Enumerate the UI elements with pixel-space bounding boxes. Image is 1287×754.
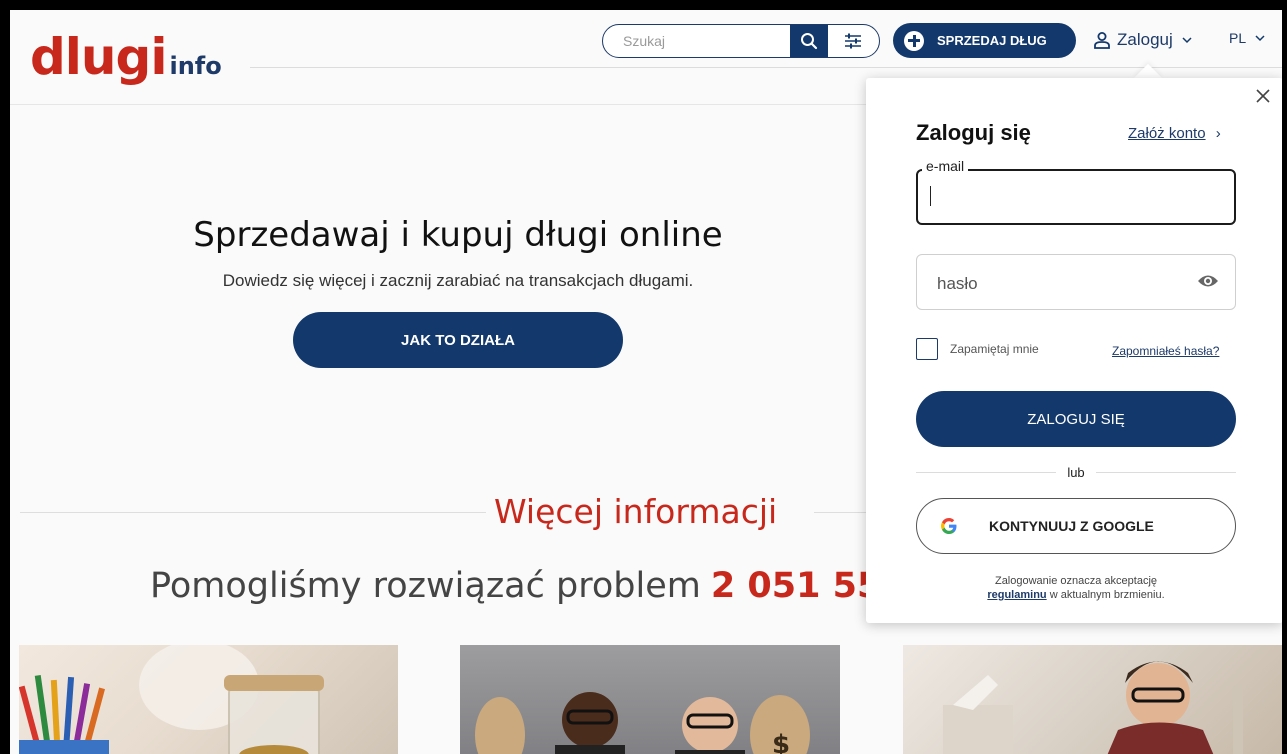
info-tile-kids-money[interactable]: $ [460,645,840,754]
man-laptop-image [943,661,1243,754]
search-button[interactable] [790,25,828,57]
kids-money-image: $ [475,692,810,754]
how-it-works-button[interactable]: JAK TO DZIAŁA [293,312,623,368]
signup-label: Załóż konto [1128,125,1206,142]
terms-link[interactable]: regulaminu [987,589,1046,601]
helped-counter: Pomogliśmy rozwiązać problem 2 051 558 [150,566,906,606]
chevron-down-icon [1255,35,1265,42]
svg-text:$: $ [772,730,790,754]
header-divider [250,67,1282,68]
helped-text: Pomogliśmy rozwiązać problem [150,566,701,606]
sell-debt-label: SPRZEDAJ DŁUG [937,33,1047,48]
email-field-frame [916,169,1236,225]
email-field[interactable] [928,185,1222,209]
terms-note: Zalogowanie oznacza akceptację regulamin… [926,574,1226,602]
signup-link[interactable]: Załóż konto › [1128,125,1221,142]
filter-button[interactable] [833,25,873,57]
terms-text-after: w aktualnym brzmieniu. [1049,589,1165,601]
google-login-button[interactable]: KONTYNUUJ Z GOOGLE [916,498,1236,554]
plus-circle-icon [904,30,924,51]
forgot-password-link[interactable]: Zapomniałeś hasła? [1112,344,1219,358]
hero-subtitle: Dowiedz się więcej i zacznij zarabiać na… [222,271,694,290]
site-logo[interactable]: dlugi info [30,32,222,82]
email-label: e-mail [922,158,969,174]
close-icon [1256,89,1270,103]
page: dlugi info Szukaj SPRZEDAJ DŁUG Zaloguj … [10,10,1282,754]
login-popup: Zaloguj się Załóż konto › e-mail Zapamię… [866,78,1282,623]
search-input[interactable] [621,30,785,52]
google-icon [939,516,959,536]
hero-title: Sprzedawaj i kupuj długi online [193,215,723,255]
info-tile-man-laptop[interactable] [903,645,1282,754]
logo-main-text: dlugi [30,28,167,86]
login-label: Zaloguj [1117,30,1173,49]
show-password-button[interactable] [1197,273,1219,294]
chevron-down-icon [1182,37,1192,44]
remember-me-checkbox[interactable] [916,338,938,360]
chevron-right-icon: › [1215,125,1221,142]
more-info-heading: Więcej informacji [494,492,778,531]
google-login-label: KONTYNUUJ Z GOOGLE [989,518,1154,534]
or-divider-left [916,472,1056,473]
pencils-jar-image [19,645,324,754]
search-icon [801,33,818,50]
close-button[interactable] [1254,86,1272,110]
login-title: Zaloguj się [916,120,1031,145]
sell-debt-button[interactable]: SPRZEDAJ DŁUG [893,23,1076,58]
logo-sub-text: info [169,52,222,80]
login-menu[interactable]: Zaloguj [1093,28,1193,52]
divider-left [20,512,486,513]
or-divider-right [1096,472,1236,473]
password-field-frame [916,254,1236,310]
terms-text-before: Zalogowanie oznacza akceptację [994,575,1158,587]
remember-me-label: Zapamiętaj mnie [950,342,1039,356]
language-label: PL [1229,30,1247,46]
remember-me[interactable]: Zapamiętaj mnie [916,338,1039,360]
info-tile-pencils-jar[interactable] [19,645,398,754]
login-submit-button[interactable]: ZALOGUJ SIĘ [916,391,1236,447]
password-field[interactable] [935,272,1179,296]
language-selector[interactable]: PL [1229,30,1266,46]
or-label: lub [1067,465,1085,480]
eye-icon [1198,275,1218,287]
filter-sliders-icon [845,33,861,49]
text-cursor [930,186,931,206]
user-icon [1094,32,1110,49]
search-bar [602,24,880,58]
